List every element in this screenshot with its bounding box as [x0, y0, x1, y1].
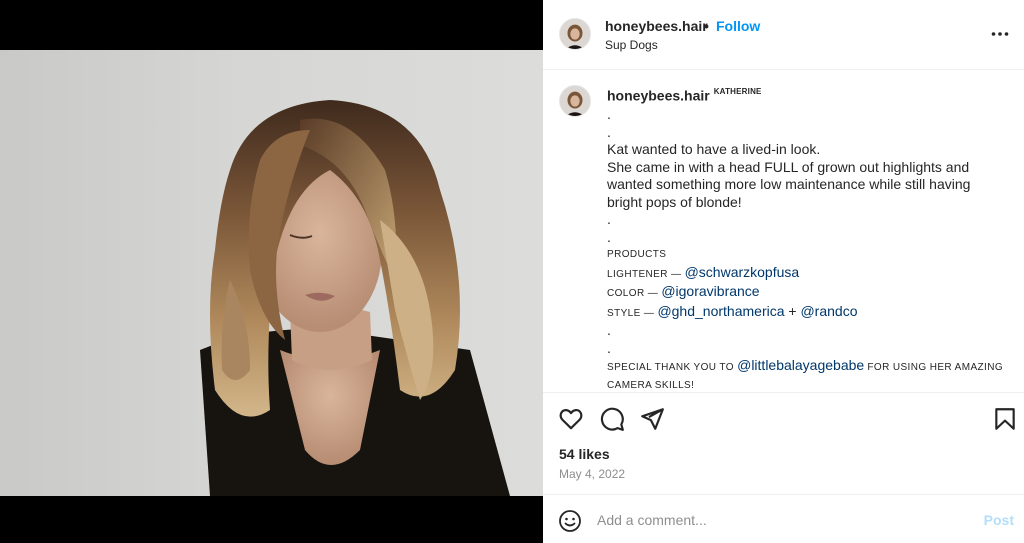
- avatar-image: [560, 86, 590, 116]
- caption-text: . . Kat wanted to have a lived-in look. …: [607, 106, 1007, 392]
- mention-link[interactable]: @schwarzkopfusa: [685, 264, 800, 280]
- mention-link[interactable]: @ghd_northamerica: [657, 303, 784, 319]
- caption-header: honeybees.hair KATHERINE: [607, 87, 762, 105]
- caption-line: .: [607, 228, 611, 245]
- caption-line: She came in with a head FULL of grown ou…: [607, 158, 970, 175]
- caption-line: .: [607, 339, 611, 356]
- color-label: COLOR —: [607, 288, 662, 299]
- comment-input[interactable]: [597, 509, 977, 531]
- caption-section: honeybees.hair KATHERINE . . Kat wanted t…: [543, 71, 1024, 393]
- caption-username[interactable]: honeybees.hair: [607, 87, 710, 103]
- caption-line: .: [607, 322, 611, 338]
- products-heading: PRODUCTS: [607, 249, 667, 260]
- likes-count[interactable]: 54 likes: [559, 446, 610, 462]
- post-side-panel: honeybees.hair • Follow Sup Dogs honeybe…: [543, 0, 1024, 543]
- portrait-image: [200, 100, 510, 496]
- post-header: honeybees.hair • Follow Sup Dogs: [543, 0, 1024, 70]
- lightener-label: LIGHTENER —: [607, 268, 685, 280]
- post-photo[interactable]: [0, 50, 543, 496]
- avatar[interactable]: [559, 18, 591, 50]
- caption-line-color: COLOR — @igoravibrance: [607, 283, 1007, 303]
- header-username[interactable]: honeybees.hair: [605, 18, 708, 34]
- post-date: May 4, 2022: [559, 467, 626, 481]
- comment-bar: Post: [543, 494, 1024, 543]
- action-bar: [543, 394, 1024, 444]
- caption-line: .: [607, 211, 611, 227]
- post-comment-button[interactable]: Post: [984, 512, 1014, 528]
- thanks-label: SPECIAL THANK YOU TO: [607, 362, 738, 373]
- caption-line: Kat wanted to have a lived-in look.: [607, 141, 821, 157]
- post-media: [0, 0, 543, 543]
- caption-line: .: [607, 123, 611, 140]
- follow-button[interactable]: Follow: [716, 18, 760, 34]
- style-label: STYLE —: [607, 307, 658, 319]
- user-tag: KATHERINE: [713, 87, 762, 96]
- caption-avatar[interactable]: [559, 85, 591, 117]
- caption-line: wanted something more low maintenance wh…: [607, 176, 971, 192]
- style-join: +: [784, 302, 801, 319]
- caption-line-style: STYLE — @ghd_northamerica + @randco: [607, 303, 1007, 323]
- instagram-post: honeybees.hair • Follow Sup Dogs honeybe…: [0, 0, 1024, 543]
- emoji-icon[interactable]: [558, 509, 582, 533]
- avatar-image: [560, 19, 590, 49]
- caption-line: bright pops of blonde!: [607, 193, 742, 210]
- mention-link[interactable]: @littlebalayagebabe: [737, 357, 864, 373]
- caption-line-lightener: LIGHTENER — @schwarzkopfusa: [607, 264, 1007, 284]
- more-horizontal-icon[interactable]: [990, 24, 1010, 44]
- caption-line: .: [607, 106, 611, 122]
- separator-dot: •: [704, 18, 709, 34]
- thanks-rest: FOR USING HER AMAZING: [864, 362, 1004, 373]
- bookmark-icon[interactable]: [992, 406, 1018, 432]
- caption-line-thanks: SPECIAL THANK YOU TO @littlebalayagebabe…: [607, 357, 1007, 377]
- send-icon[interactable]: [639, 406, 665, 432]
- comment-icon[interactable]: [599, 406, 625, 432]
- thanks-end: CAMERA SKILLS!: [607, 379, 695, 391]
- location-link[interactable]: Sup Dogs: [605, 38, 658, 52]
- mention-link[interactable]: @igoravibrance: [661, 283, 759, 299]
- heart-icon[interactable]: [558, 406, 584, 432]
- mention-link[interactable]: @randco: [800, 303, 857, 319]
